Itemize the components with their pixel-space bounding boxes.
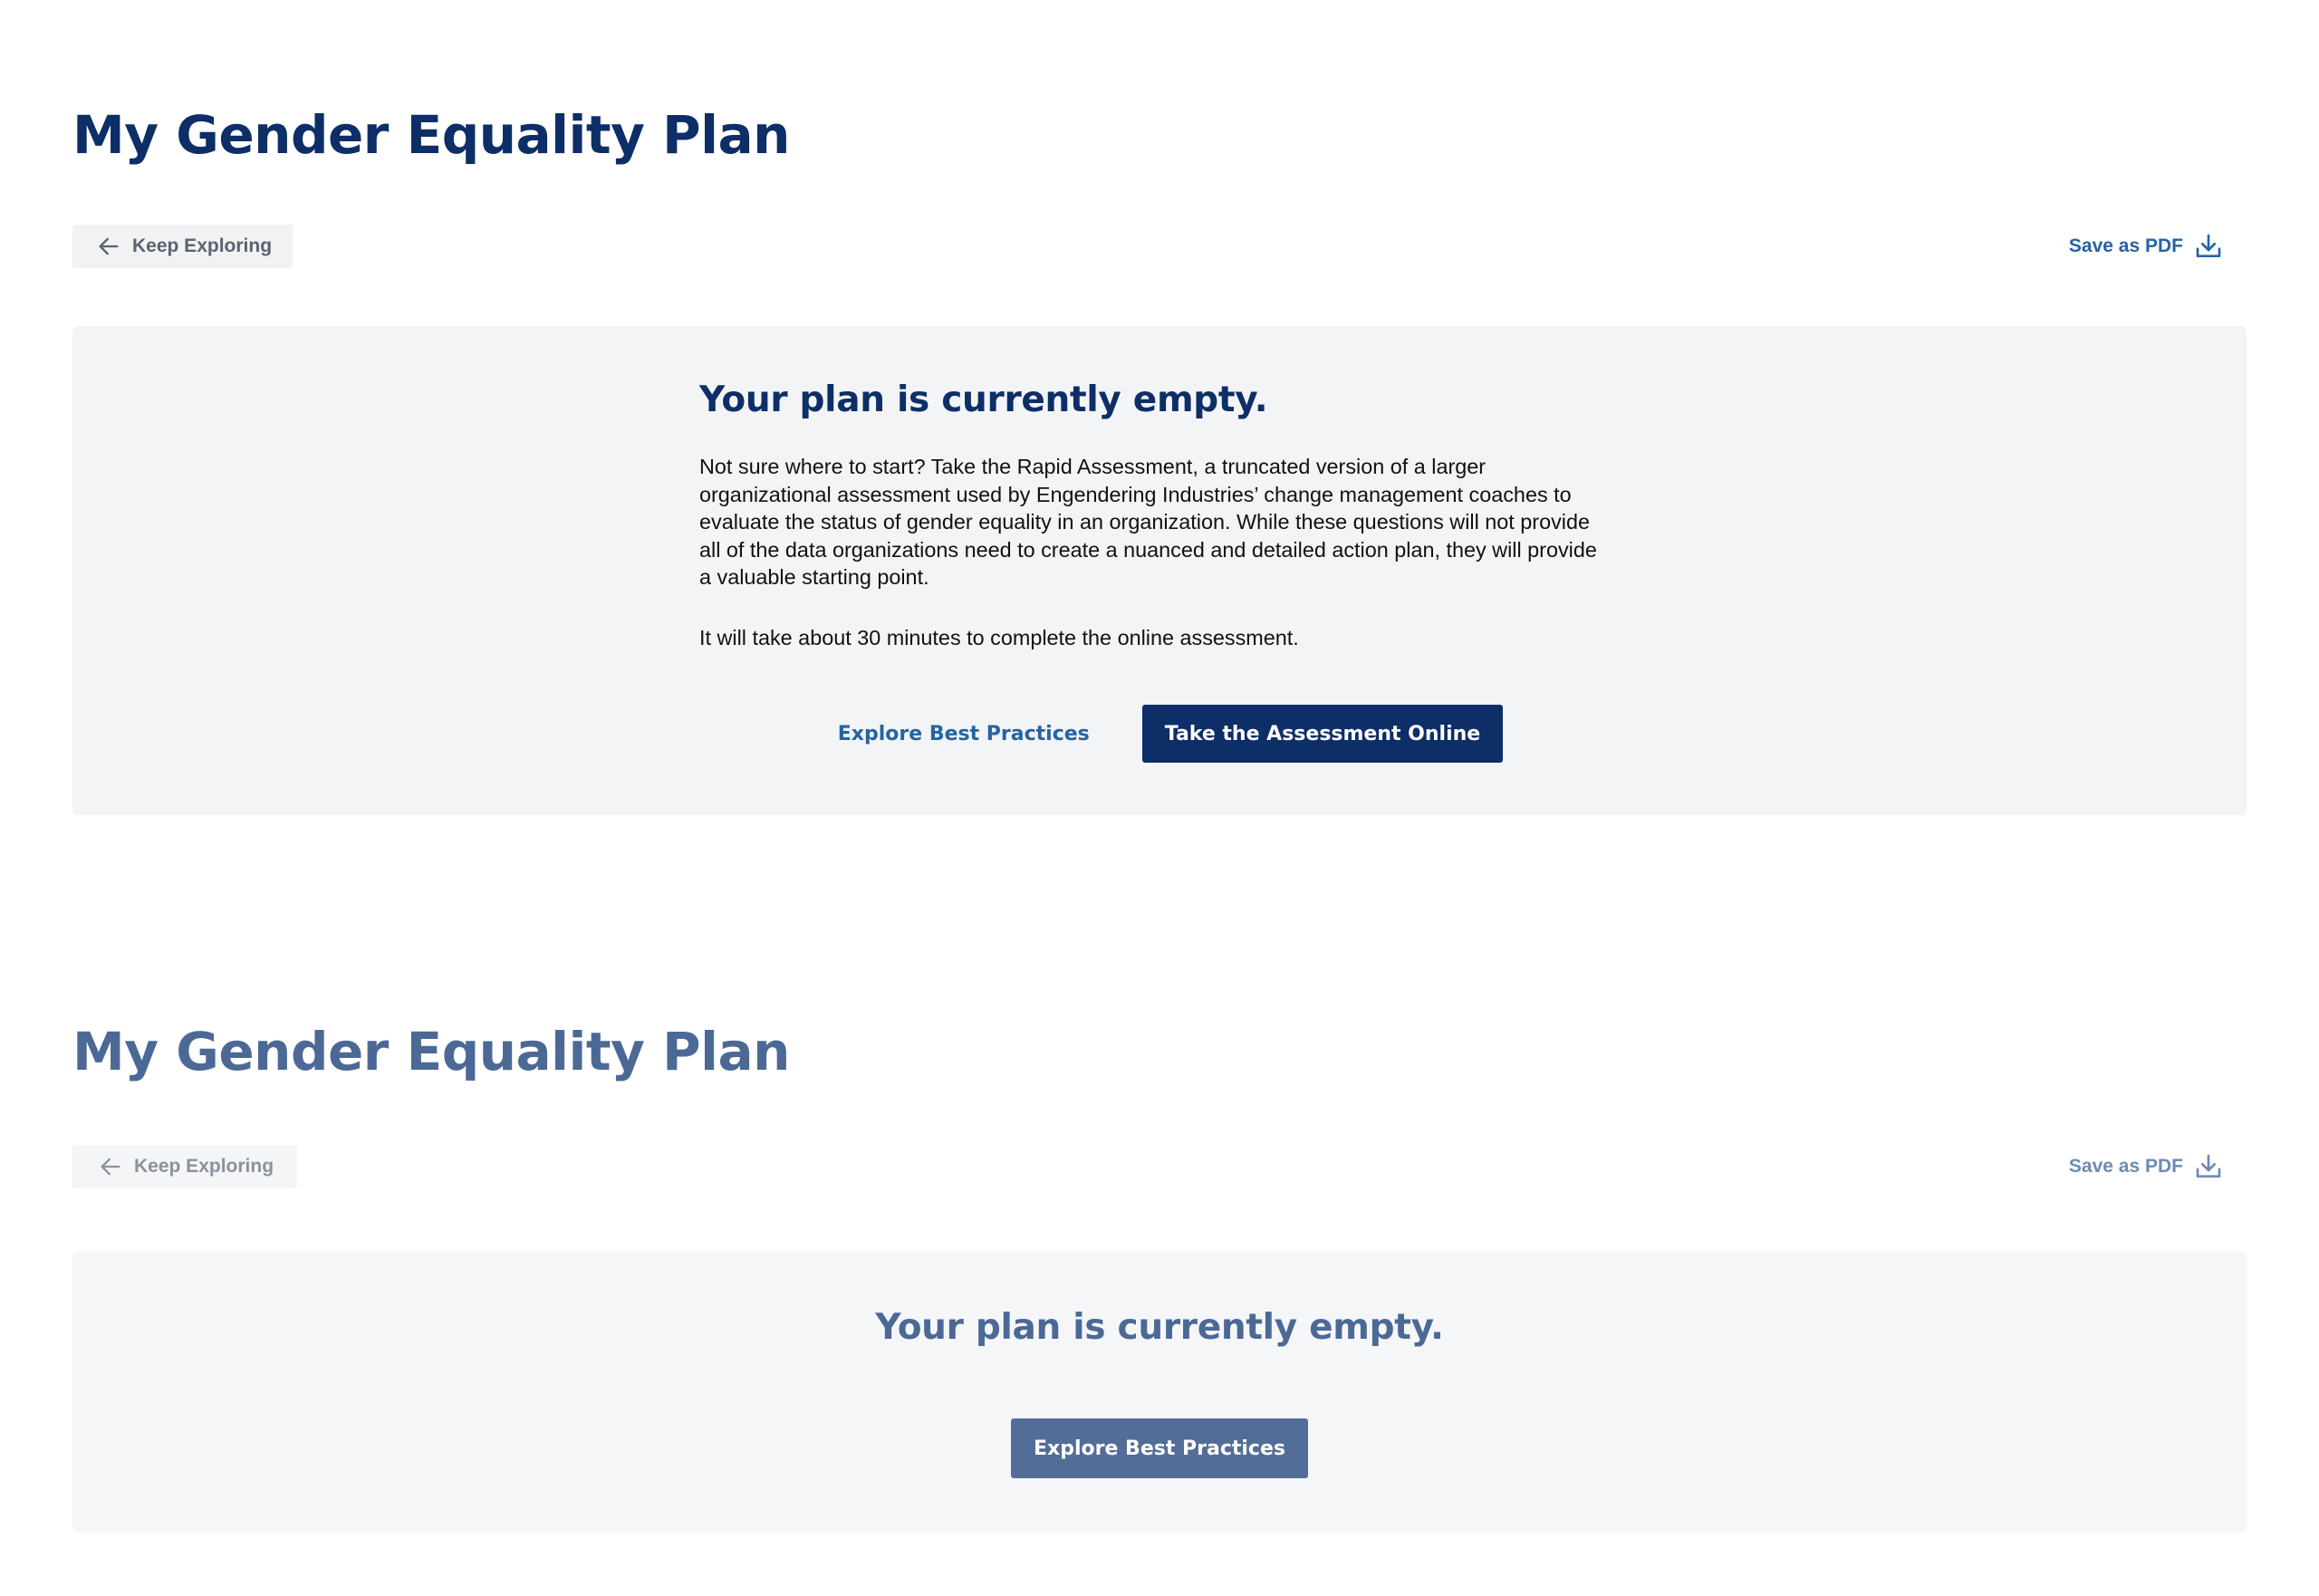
keep-exploring-button[interactable]: Keep Exploring xyxy=(72,1145,298,1188)
download-icon xyxy=(2194,232,2223,261)
save-as-pdf-label: Save as PDF xyxy=(2068,236,2183,256)
plan-toolbar: Keep Exploring Save as PDF xyxy=(72,1145,2247,1188)
keep-exploring-label: Keep Exploring xyxy=(132,236,273,256)
panel-actions: Explore Best Practices xyxy=(72,1418,2247,1478)
empty-plan-heading: Your plan is currently empty. xyxy=(699,380,1268,420)
download-icon xyxy=(2194,1152,2223,1181)
plan-section-detailed: My Gender Equality Plan Keep Exploring S… xyxy=(72,0,2247,833)
duration-paragraph: It will take about 30 minutes to complet… xyxy=(699,625,1299,649)
empty-plan-description: Not sure where to start? Take the Rapid … xyxy=(699,453,1614,651)
page-title: My Gender Equality Plan xyxy=(72,1021,790,1082)
intro-paragraph: Not sure where to start? Take the Rapid … xyxy=(699,455,1597,589)
empty-plan-heading: Your plan is currently empty. xyxy=(875,1307,1444,1348)
keep-exploring-button[interactable]: Keep Exploring xyxy=(72,225,293,268)
empty-plan-panel: Your plan is currently empty. Not sure w… xyxy=(72,326,2247,815)
save-as-pdf-link[interactable]: Save as PDF xyxy=(2069,225,2223,268)
explore-best-practices-button[interactable]: Explore Best Practices xyxy=(1011,1418,1308,1478)
empty-plan-panel: Your plan is currently empty. Explore Be… xyxy=(72,1252,2247,1533)
plan-toolbar: Keep Exploring Save as PDF xyxy=(72,225,2247,268)
plan-section-compact: My Gender Equality Plan Keep Exploring S… xyxy=(72,915,2247,1585)
save-as-pdf-link[interactable]: Save as PDF xyxy=(2069,1145,2223,1188)
arrow-left-icon xyxy=(98,1154,123,1179)
keep-exploring-label: Keep Exploring xyxy=(134,1156,274,1177)
arrow-left-icon xyxy=(96,234,121,259)
page-title: My Gender Equality Plan xyxy=(72,104,790,166)
panel-actions: Explore Best Practices Take the Assessme… xyxy=(72,705,2247,763)
explore-best-practices-button[interactable]: Explore Best Practices xyxy=(816,705,1111,763)
take-assessment-button[interactable]: Take the Assessment Online xyxy=(1141,705,1504,763)
save-as-pdf-label: Save as PDF xyxy=(2068,1156,2183,1177)
